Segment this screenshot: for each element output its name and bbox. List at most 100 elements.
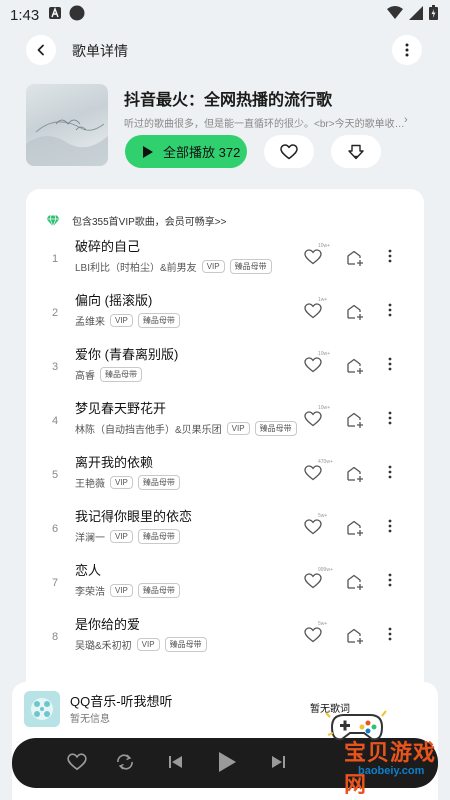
song-row[interactable]: 8 是你给的爱 吴璐&禾初初 VIP 臻品母带 5w+: [26, 611, 424, 665]
song-row[interactable]: 3 爱你 (青春离别版) 高睿 臻品母带 10w+: [26, 341, 424, 395]
like-song-button[interactable]: [67, 753, 87, 776]
song-row[interactable]: 2 偏向 (摇滚版) 孟维来 VIP 臻品母带 1w+: [26, 287, 424, 341]
playlist-cover[interactable]: [26, 84, 108, 166]
song-row[interactable]: 6 我记得你眼里的依恋 洋澜一 VIP 臻品母带 5w+: [26, 503, 424, 557]
like-song-button[interactable]: 470w+: [304, 459, 333, 486]
vip-notice-text: 包含355首VIP歌曲，会员可畅享>>: [72, 217, 227, 228]
add-to-playlist-icon: [347, 466, 363, 482]
battery-icon: [429, 5, 438, 25]
add-to-playlist-button[interactable]: [346, 466, 364, 487]
watermark: 宝贝游戏网 baobeiy.com: [300, 705, 450, 800]
song-artist: 洋澜一: [75, 533, 105, 544]
like-count: 10w+: [318, 243, 331, 249]
skip-next-icon: [272, 756, 285, 768]
play-button[interactable]: [216, 750, 238, 779]
song-artist: 李荣浩: [75, 587, 105, 598]
like-count: 5w+: [318, 513, 328, 519]
like-song-button[interactable]: 5w+: [304, 621, 327, 648]
like-song-button[interactable]: 10w+: [304, 351, 330, 378]
quality-badge: 臻品母带: [254, 421, 297, 436]
vip-notice[interactable]: 包含355首VIP歌曲，会员可畅享>>: [46, 213, 226, 228]
song-title: 恋人: [75, 563, 102, 578]
song-meta: 李荣浩 VIP 臻品母带: [75, 583, 180, 598]
quality-badge: 臻品母带: [229, 259, 272, 274]
chevron-right-icon[interactable]: ›: [404, 114, 408, 126]
add-to-playlist-button[interactable]: [346, 520, 364, 541]
add-to-playlist-button[interactable]: [346, 304, 364, 325]
favorite-playlist-button[interactable]: [264, 135, 314, 168]
add-to-playlist-button[interactable]: [346, 574, 364, 595]
song-artist: 王艳薇: [75, 479, 105, 490]
song-row[interactable]: 1 破碎的自己 LBI利比（时柏尘）&前男友 VIP 臻品母带 10w+: [26, 233, 424, 287]
quality-badge: 臻品母带: [137, 475, 180, 490]
song-more-button[interactable]: [388, 249, 392, 268]
heart-icon: [304, 519, 322, 535]
like-count: 999w+: [318, 567, 333, 573]
repeat-mode-button[interactable]: [115, 753, 135, 776]
back-button[interactable]: [26, 35, 56, 65]
song-more-button[interactable]: [388, 303, 392, 322]
song-artist: 孟维来: [75, 317, 105, 328]
like-song-button[interactable]: 999w+: [304, 567, 333, 594]
song-more-button[interactable]: [388, 465, 392, 484]
notification-a-icon: [49, 6, 62, 24]
song-more-button[interactable]: [388, 519, 392, 538]
song-more-button[interactable]: [388, 411, 392, 430]
add-to-playlist-icon: [347, 520, 363, 536]
add-to-playlist-button[interactable]: [346, 250, 364, 271]
mini-player-subtitle: 暂无信息: [70, 714, 110, 725]
mini-player-cover[interactable]: [24, 691, 60, 727]
song-artist: 高睿: [75, 371, 95, 382]
heart-icon: [304, 357, 322, 373]
heart-icon: [304, 573, 322, 589]
vertical-dots-icon: [388, 465, 392, 479]
heart-icon: [67, 753, 87, 771]
song-row[interactable]: 5 离开我的依赖 王艳薇 VIP 臻品母带 470w+: [26, 449, 424, 503]
add-to-playlist-button[interactable]: [346, 628, 364, 649]
vip-badge: VIP: [110, 530, 133, 543]
song-title: 爱你 (青春离别版): [75, 347, 179, 362]
like-count: 5w+: [318, 621, 328, 627]
like-song-button[interactable]: 5w+: [304, 513, 327, 540]
add-to-playlist-icon: [347, 574, 363, 590]
vertical-dots-icon: [388, 411, 392, 425]
previous-button[interactable]: [168, 753, 184, 776]
download-icon: [348, 144, 364, 159]
vertical-dots-icon: [405, 43, 409, 57]
like-count: 1w+: [318, 297, 328, 303]
play-all-button[interactable]: 全部播放 372: [125, 135, 247, 168]
play-icon: [143, 145, 153, 158]
top-bar: 歌单详情: [0, 32, 450, 68]
quality-badge: 臻品母带: [137, 313, 180, 328]
download-button[interactable]: [331, 135, 381, 168]
album-art-icon: [24, 691, 60, 727]
song-row[interactable]: 4 梦见春天野花开 林陈（自动挡吉他手）&贝果乐团 VIP 臻品母带 10w+: [26, 395, 424, 449]
playlist-description[interactable]: 听过的歌曲很多，但是能一直循环的很少。<br>今天的歌单收…: [124, 115, 416, 130]
vip-badge: VIP: [110, 476, 133, 489]
song-meta: LBI利比（时柏尘）&前男友 VIP 臻品母带: [75, 259, 272, 274]
status-time: 1:43: [10, 6, 40, 24]
heart-icon: [304, 627, 322, 643]
add-to-playlist-icon: [347, 412, 363, 428]
next-button[interactable]: [270, 753, 286, 776]
cover-art-icon: [26, 119, 108, 166]
heart-icon: [304, 303, 322, 319]
more-options-button[interactable]: [392, 35, 422, 65]
song-meta: 吴璐&禾初初 VIP 臻品母带: [75, 637, 207, 652]
song-artist: LBI利比（时柏尘）&前男友: [75, 263, 197, 274]
status-bar: 1:43: [0, 0, 450, 30]
add-to-playlist-button[interactable]: [346, 358, 364, 379]
song-more-button[interactable]: [388, 573, 392, 592]
song-meta: 林陈（自动挡吉他手）&贝果乐团 VIP 臻品母带: [75, 421, 297, 436]
song-more-button[interactable]: [388, 627, 392, 646]
like-song-button[interactable]: 1w+: [304, 297, 327, 324]
add-to-playlist-icon: [347, 250, 363, 266]
like-song-button[interactable]: 10w+: [304, 243, 330, 270]
like-song-button[interactable]: 10w+: [304, 405, 330, 432]
chevron-left-icon: [37, 44, 44, 56]
song-meta: 孟维来 VIP 臻品母带: [75, 313, 180, 328]
song-row[interactable]: 7 恋人 李荣浩 VIP 臻品母带 999w+: [26, 557, 424, 611]
watermark-url: baobeiy.com: [358, 765, 425, 777]
song-more-button[interactable]: [388, 357, 392, 376]
add-to-playlist-button[interactable]: [346, 412, 364, 433]
